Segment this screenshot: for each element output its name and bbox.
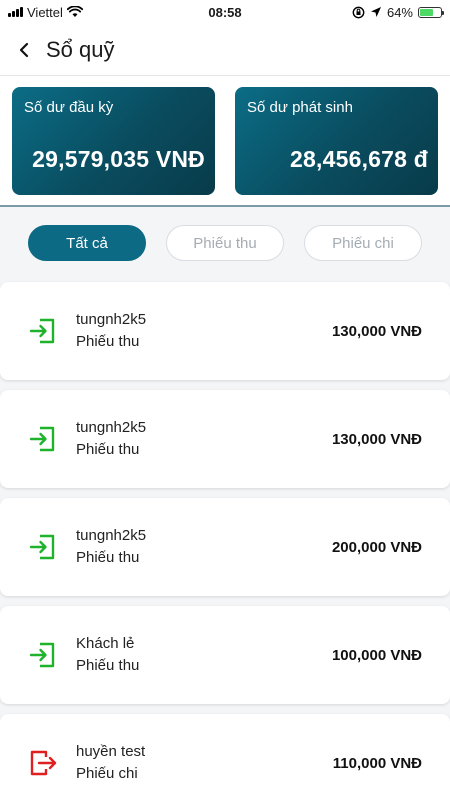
tab-all[interactable]: Tất cả [28,225,146,261]
item-name: tungnh2k5 [76,311,147,328]
list-item[interactable]: tungnh2k5 Phiếu thu 200,000 VNĐ [0,498,450,596]
summary-section: Số dư đầu kỳ 29,579,035 VNĐ Số dư phát s… [0,76,450,207]
filter-tabs: Tất cả Phiếu thu Phiếu chi [0,212,450,274]
item-amount: 130,000 VNĐ [331,322,422,340]
opening-balance-card: Số dư đầu kỳ 29,579,035 VNĐ [12,87,215,195]
item-text: huyền test Phiếu chi [76,741,333,785]
signal-icon [8,7,23,17]
item-text: tungnh2k5 Phiếu thu [76,417,332,461]
back-button[interactable] [12,38,36,62]
list-item[interactable]: huyền test Phiếu chi 110,000 VNĐ [0,714,450,800]
item-text: Khách lẻ Phiếu thu [76,633,332,677]
opening-balance-value: 29,579,035 VNĐ [32,146,205,172]
receipt-in-icon [29,318,55,344]
battery-percent: 64% [386,4,413,20]
payment-out-icon [30,750,57,776]
opening-balance-label: Số dư đầu kỳ [24,99,114,116]
item-type: Phiếu thu [76,333,140,350]
item-text: tungnh2k5 Phiếu thu [76,525,332,569]
status-right: 64% [352,4,444,20]
receipt-in-icon [29,426,55,452]
item-amount: 200,000 VNĐ [331,538,422,556]
status-left: Viettel [8,5,83,20]
tab-receipts[interactable]: Phiếu thu [166,225,284,261]
item-amount: 100,000 VNĐ [331,646,422,664]
incurred-balance-label: Số dư phát sinh [247,99,353,116]
item-type: Phiếu thu [76,549,140,566]
item-amount: 130,000 VNĐ [331,430,422,448]
item-name: tungnh2k5 [76,527,147,544]
list-item[interactable]: tungnh2k5 Phiếu thu 130,000 VNĐ [0,390,450,488]
item-type: Phiếu chi [76,765,138,782]
page-title: Sổ quỹ [46,36,115,62]
wifi-icon [66,6,83,17]
receipt-in-icon [29,642,55,668]
list-item[interactable]: Khách lẻ Phiếu thu 100,000 VNĐ [0,606,450,704]
item-name: Khách lẻ [76,635,135,652]
receipt-in-icon [29,534,55,560]
orientation-lock-icon [352,6,365,18]
location-arrow-icon [370,7,381,17]
item-type: Phiếu thu [76,657,140,674]
item-text: tungnh2k5 Phiếu thu [76,309,332,353]
chevron-left-icon [19,42,29,57]
status-bar: Viettel 08:58 64% [0,0,450,24]
incurred-balance-value: 28,456,678 đ [290,146,428,172]
incurred-balance-card: Số dư phát sinh 28,456,678 đ [235,87,438,195]
item-name: huyền test [76,743,146,760]
header: Sổ quỹ [0,24,450,76]
item-type: Phiếu thu [76,441,140,458]
item-amount: 110,000 VNĐ [332,754,422,772]
carrier-name: Viettel [27,4,63,20]
battery-icon [418,6,444,18]
item-name: tungnh2k5 [76,419,147,436]
tab-payments[interactable]: Phiếu chi [304,225,422,261]
list-item[interactable]: tungnh2k5 Phiếu thu 130,000 VNĐ [0,282,450,380]
